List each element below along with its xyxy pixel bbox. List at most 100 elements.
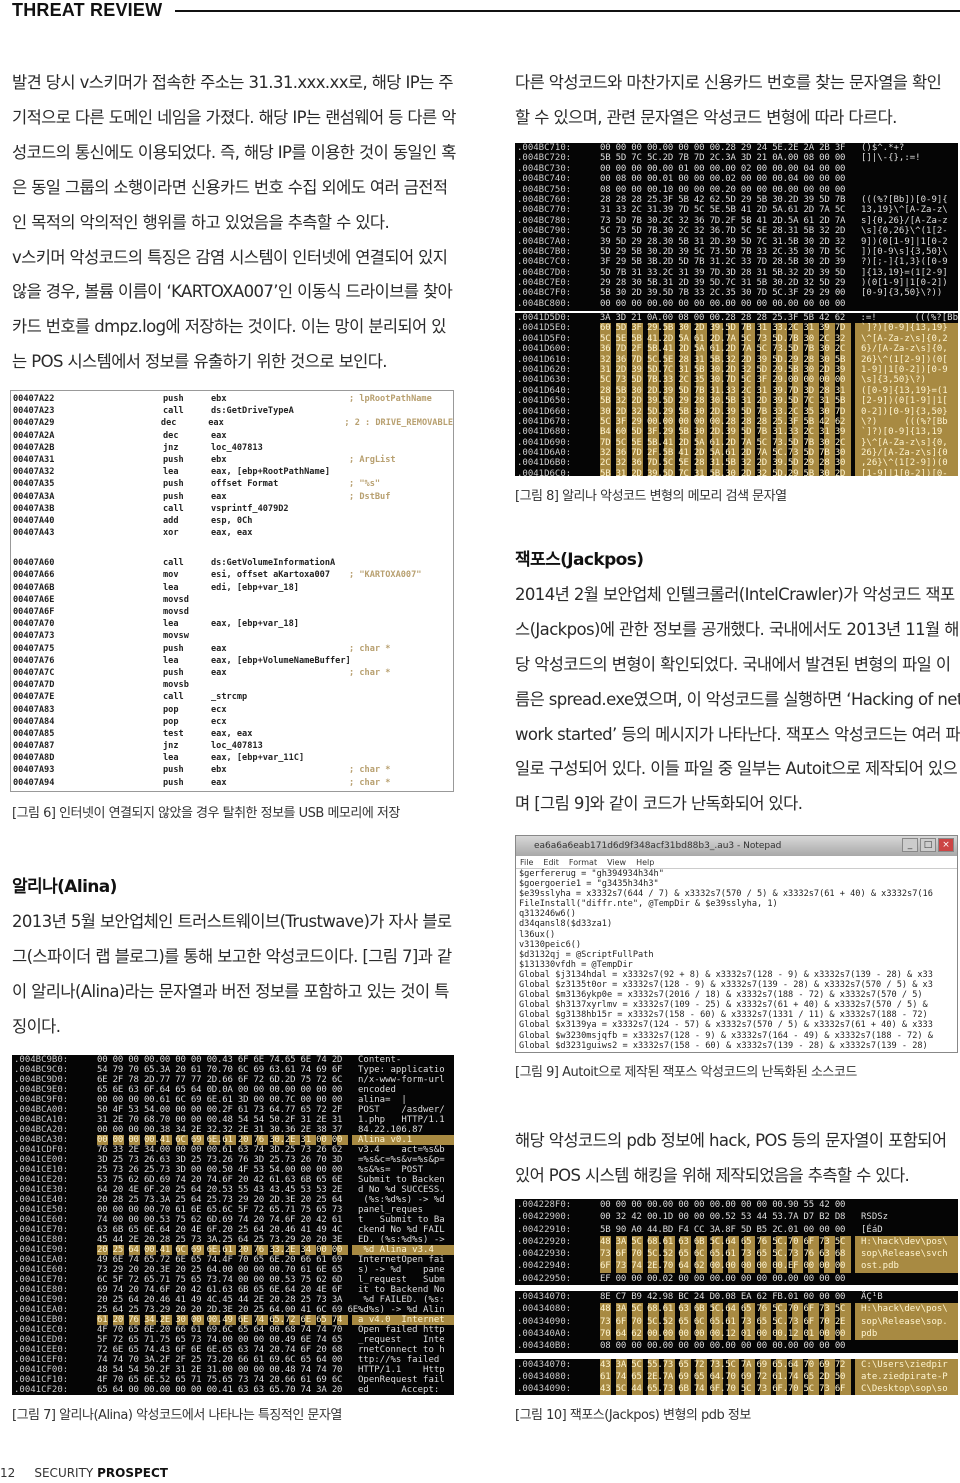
hex-address: .0041D600: [517, 344, 572, 355]
hex-bytes: 73 29 20 20.3E 20 25 64.00 00 00 00.70 6… [97, 1265, 343, 1275]
hex-address: .0041CE10: [14, 1165, 69, 1175]
hex-bytes: 3D 25 73 26.63 3D 25 73.26 76 3D 25.73 2… [97, 1155, 343, 1165]
code-line: Global $g3138hb15r = x3332s7(158 - 60) &… [519, 1010, 928, 1021]
hex-bytes: 3A 3D 21 0A.00 08 00 00.28 28 28 25.3F 5… [599, 313, 846, 323]
code-line: $d3132qj = @ScriptFullPath [519, 949, 654, 960]
hex-bytes: 00 00 00 00.70 61 6E 65.6C 5F 72 65.71 7… [97, 1205, 343, 1215]
code-line: Global $w3230msjqfb = x3332s7(128 - 9) &… [519, 1030, 933, 1041]
asm-mnemonic: lea [163, 582, 179, 593]
asm-mnemonic: movsb [163, 680, 189, 691]
hex-address: .00422920: [517, 1236, 572, 1247]
asm-operand: eax, [ebp+VolumeNameBuffer] [211, 655, 351, 666]
asm-mnemonic: call [163, 406, 184, 417]
hex-bytes: 31 33 2C 31.39 7D 5C 5E.5B 41 2D 5A.61 2… [600, 205, 846, 216]
hex-address: .004BCA30: [14, 1135, 69, 1145]
hexdump-row: .0041CE10: 25 73 26 25.73 3D 00 00.50 4F … [12, 1165, 454, 1175]
hexdump-row: .0041CF00: 48 54 54 50.2F 31 2E 31.00 00 … [12, 1365, 454, 1375]
asm-mnemonic: lea [163, 753, 179, 764]
hex-ascii: =%s&c=%s&v=%s&p= [358, 1155, 445, 1165]
hex-ascii: alina= | [358, 1095, 407, 1105]
hex-address: .00422940: [517, 1261, 572, 1272]
hexdump-row: .004228F0: 00 00 00 00.00 00 00 00.00 00 … [515, 1199, 958, 1211]
hex-ascii: it to Backend No [358, 1285, 445, 1295]
hexdump-row: .00434070: 8E C7 B9 42.98 BC 24 D0.08 EA … [515, 1291, 958, 1303]
asm-address: 00407A31 [13, 454, 55, 465]
hex-address: .004228F0: [517, 1200, 572, 1210]
hex-ascii: \?) (((%?[Bb [855, 416, 958, 428]
asm-mnemonic: push [163, 491, 184, 502]
asm-row: 00407A73 movsw [11, 630, 453, 642]
hex-address: .0041CE40: [14, 1195, 69, 1205]
hex-bytes: 60 5D 3F 29.5B 30 2D 39.5D 7B 31 33.2C 3… [600, 323, 855, 334]
hex-bytes: 69 74 20 74.6F 20 42 61.63 6B 65 6E.64 2… [97, 1285, 343, 1295]
hex-ascii: (%s:%d%s) -> %d [358, 1195, 445, 1205]
asm-row: 00407A75 push eax ; char * [11, 643, 453, 655]
asm-address: 00407A84 [13, 716, 55, 727]
hex-address: .0041CED0: [14, 1335, 69, 1345]
code-line: $131330vfdh = @TempDir [519, 959, 633, 970]
asm-mnemonic: jnz [163, 442, 179, 453]
hex-bytes: 5B 30 2D 39.5D 7B 33 2C.35 30 7D 5C.3F 2… [600, 288, 846, 299]
hex-address: .0041D610: [517, 354, 572, 365]
asm-operand: eax [211, 667, 227, 678]
hex-ascii: ckend No %d FAIL [358, 1225, 445, 1235]
asm-address: 00407A60 [13, 558, 55, 569]
hexdump-row: .0041CE20: 53 75 62 6D.69 74 20 74.6F 20 … [12, 1175, 454, 1185]
hex-ascii: 6}/[A-Za-z\s]{0, [855, 344, 958, 355]
hex-ascii [855, 299, 958, 309]
hexdump-row: .004BC7C0: 3F 29 5B 3B.2D 5D 7B 31.2C 33 … [515, 257, 958, 267]
hex-address: .0041CEA0: [14, 1255, 69, 1265]
asm-row: 00407A35 push offset Format ; "%s" [11, 478, 453, 490]
hex-ascii: ?)[;-]{1,3}([0-9 [861, 257, 948, 268]
asm-row: 00407A93 push ebx ; char * [11, 764, 453, 776]
hex-ascii: H:\hack\dev\pos\ [855, 1303, 958, 1316]
text-line: 일로 구성되어 있다. 이들 파일 중 일부는 Autoit으로 제작되어 있으 [515, 759, 958, 779]
hex-ascii: [0-9]{3,50}\?)) [861, 288, 943, 299]
asm-operand: edi, [ebp+var_18] [211, 582, 299, 593]
menu-help[interactable]: Help [636, 856, 654, 868]
hex-ascii: sop\Release\svch [855, 1248, 958, 1261]
menu-file[interactable]: File [520, 856, 533, 868]
hexdump-row: .0041D6B0: 2C 32 36 7D.5C 5E 28 31.5B 32 … [515, 458, 958, 469]
hexdump-row: .004BCA30: 00 00 00 00.41 6C 69 6E.61 20 … [12, 1135, 454, 1145]
hexdump-row: .0041CE60: 73 29 20 20.3E 20 25 64.00 00 … [12, 1265, 454, 1275]
hex-ascii: pdb [855, 1327, 958, 1341]
code-line: $e39sslyha = x3332s7(644 / 7) & x3332s7(… [519, 889, 933, 900]
asm-mnemonic: dec [160, 418, 177, 429]
hex-bytes: 5C 73 5D 7B.33 2C 35 30.7D 5C 3F 29.00 0… [600, 375, 855, 386]
hexdump-row: .0041CE70: 6C 5F 72 65.71 75 65 73.74 00 … [12, 1275, 454, 1285]
figure-9-notepad-window: ea6a6a6eab171d6d9f348acf31bd88b3_.au3 - … [515, 835, 958, 1053]
menu-view[interactable]: View [607, 856, 626, 868]
notepad-menubar: File Edit Format View Help [516, 856, 957, 869]
hex-ascii: rnetConnect to h [358, 1345, 445, 1355]
figure-10-caption: [그림 10] 잭포스(Jackpos) 변형의 pdb 정보 [515, 1408, 751, 1423]
hex-ascii: \s]{0,26}\^(1[2- [861, 226, 948, 237]
hex-ascii: ttp://%s failed [358, 1355, 440, 1365]
hex-ascii [855, 185, 958, 195]
hexdump-row: .004BC710: 00 00 00 00.00 00 00 00.28 29 … [515, 143, 958, 153]
hex-bytes: 65 64 00 00.00 00 00 00.41 63 63 65.70 7… [97, 1385, 343, 1395]
hex-ascii: (((%?[Bb])[0-9]{ [861, 194, 948, 205]
asm-operand: eax, eax [211, 728, 253, 739]
hex-ascii: [1-9]|1[0-2])[0- [855, 468, 958, 476]
asm-mnemonic: test [163, 728, 184, 739]
hex-address: .004BC7C0: [517, 257, 572, 268]
hex-bytes: 2C 32 36 7D.5C 5E 28 31.5B 32 2D 39.5D 2… [600, 458, 855, 469]
hex-bytes: 64 20 4E 6F.20 25 64 20.53 55 43 43.45 5… [97, 1185, 343, 1195]
asm-operand: ebx [211, 394, 227, 404]
asm-mnemonic: add [163, 515, 179, 526]
menu-format[interactable]: Format [569, 856, 597, 868]
text-line: 카드 번호를 dmpz.log에 저장하는 것이다. 이는 망이 분리되어 있 [12, 317, 446, 337]
hexdump-row: .0041CE90: 20 25 64 00.41 6C 69 6E.61 20 … [12, 1245, 454, 1255]
asm-mnemonic: lea [163, 467, 179, 478]
hexdump-row: .0041CE30: 64 20 4E 6F.20 25 64 20.53 55 … [12, 1185, 454, 1195]
hex-bytes: 31 2D 39 5D.7C 31 5B 30.2D 32 5D 29.5B 3… [600, 364, 855, 376]
hex-bytes: 32 36 7D 2F.5B 41 2D 5A.61 2D 7A 5C.73 5… [600, 448, 855, 459]
hex-address: .004BC730: [517, 163, 572, 174]
hex-bytes: 50 4F 53 54.00 00 00 00.2F 61 73 64.77 6… [97, 1105, 343, 1115]
hex-ascii: 26}\^(1[2-9])(0[ [855, 354, 958, 365]
hex-bytes: 5F 72 65 71.75 65 73 74.00 00 00 00.49 6… [97, 1335, 343, 1345]
menu-edit[interactable]: Edit [543, 856, 559, 868]
asm-mnemonic: movsd [163, 607, 189, 617]
asm-row: 00407A85 test eax, eax [11, 728, 453, 740]
